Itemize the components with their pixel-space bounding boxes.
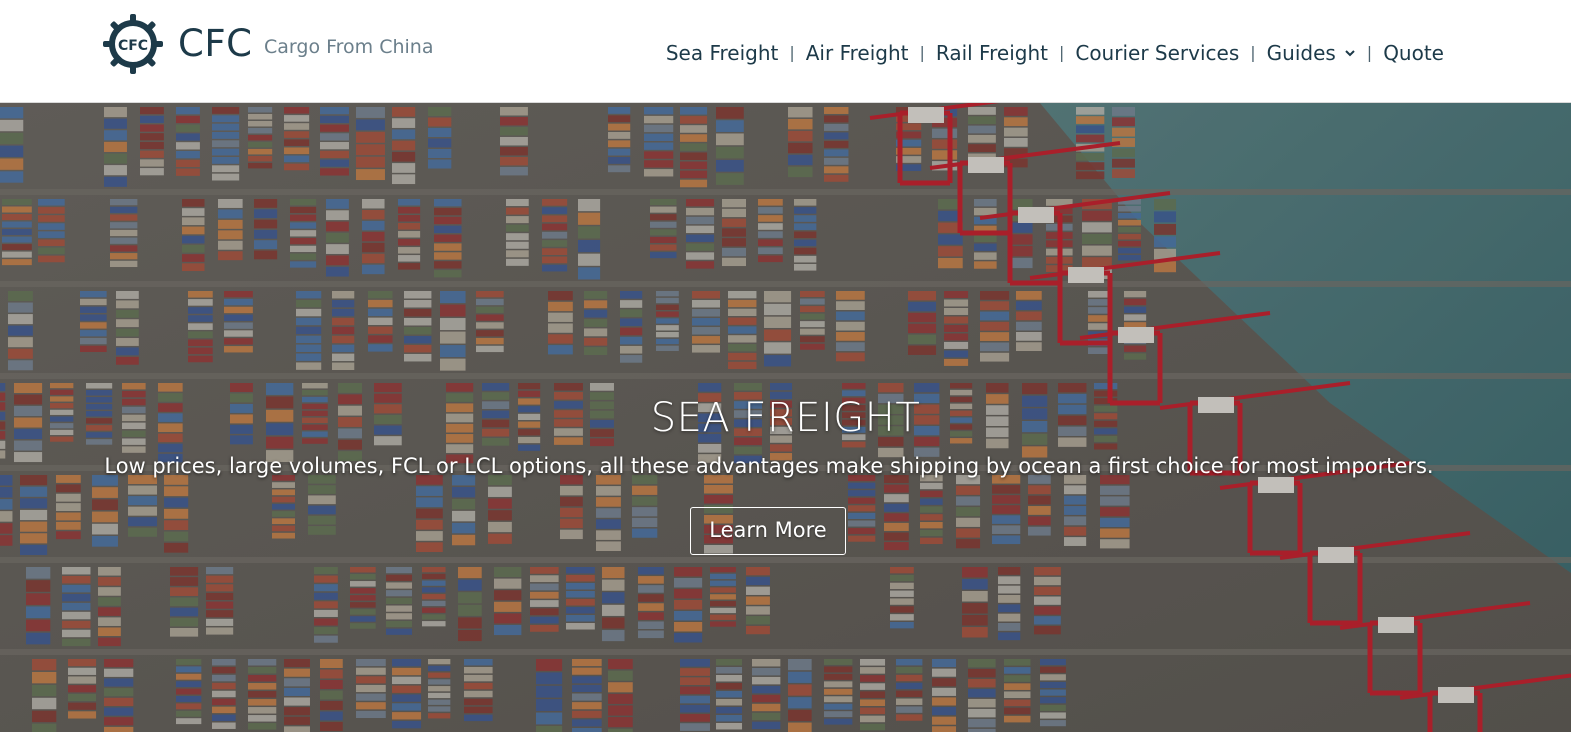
nav-air-freight[interactable]: Air Freight [806,39,909,67]
nav-guides-label: Guides [1266,41,1336,65]
nav-separator: | [1366,43,1373,62]
nav-courier-services[interactable]: Courier Services [1075,39,1239,67]
main-nav: Sea Freight | Air Freight | Rail Freight… [666,39,1444,67]
nav-separator: | [1250,43,1256,62]
hero-subtitle: Low prices, large volumes, FCL or LCL op… [104,454,1434,478]
nav-courier-services-label: Courier Services [1075,41,1240,65]
hero-title: SEA FREIGHT [650,395,921,441]
nav-quote-label: Quote [1383,41,1444,65]
brand-name[interactable]: CFC [178,22,252,66]
hero-banner: SEA FREIGHT Low prices, large volumes, F… [0,103,1571,732]
nav-quote[interactable]: Quote [1383,39,1444,67]
nav-rail-freight-label: Rail Freight [935,41,1048,65]
nav-air-freight-label: Air Freight [805,41,909,65]
svg-text:CFC: CFC [118,38,148,54]
nav-rail-freight[interactable]: Rail Freight [936,39,1048,67]
site-header: CFC CFC Cargo From China Sea Freight | A… [0,0,1571,103]
learn-more-button[interactable]: Learn More [690,507,846,555]
nav-guides[interactable]: Guides [1267,39,1356,67]
nav-separator: | [789,43,795,62]
ship-wheel-logo-icon[interactable]: CFC [102,13,164,75]
nav-sea-freight-label: Sea Freight [665,41,779,65]
nav-sea-freight[interactable]: Sea Freight [666,39,779,67]
brand-tagline: Cargo From China [264,36,434,58]
nav-separator: | [1058,43,1065,62]
nav-separator: | [919,43,925,62]
chevron-down-icon [1345,50,1355,57]
